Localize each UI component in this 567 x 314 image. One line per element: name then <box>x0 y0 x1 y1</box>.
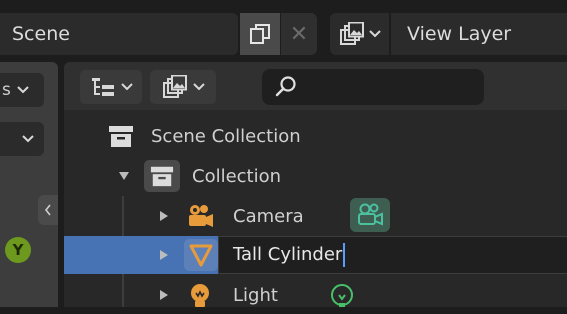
viewport-mode-dropdown[interactable]: s <box>0 73 44 107</box>
expand-down-icon[interactable] <box>119 172 129 180</box>
view-layer-name-text: View Layer <box>407 23 512 45</box>
close-icon: ✕ <box>289 21 309 47</box>
viewport-mode-label: s <box>2 80 11 100</box>
chevron-left-icon <box>44 204 51 216</box>
duplicate-icon <box>250 24 270 44</box>
text-cursor <box>343 243 346 267</box>
render-layers-icon <box>162 75 187 98</box>
row-label-camera: Camera <box>233 205 304 227</box>
gizmo-axis-label: Y <box>12 241 24 259</box>
chevron-down-icon <box>22 135 34 143</box>
row-label-light: Light <box>233 284 278 306</box>
collection-icon <box>150 166 174 187</box>
light-object-icon <box>191 284 209 307</box>
outliner-search-input[interactable] <box>262 69 484 105</box>
viewport-options-dropdown[interactable] <box>0 122 44 156</box>
cone-mesh-icon <box>189 244 213 267</box>
scene-collection-icon <box>109 126 133 147</box>
view-layer-name-field[interactable]: View Layer <box>391 13 567 55</box>
unlink-scene-button[interactable]: ✕ <box>281 13 317 55</box>
chevron-down-icon <box>120 83 133 91</box>
light-data-icon[interactable] <box>329 283 355 309</box>
outliner-row-scene-collection[interactable]: Scene Collection <box>64 117 567 155</box>
camera-data-button[interactable] <box>350 198 390 232</box>
expand-right-icon[interactable] <box>160 250 168 260</box>
outliner-row-collection[interactable]: Collection <box>64 157 567 195</box>
rename-text-field[interactable]: Tall Cylinder <box>218 236 567 274</box>
render-layers-icon <box>339 22 364 45</box>
scene-name-text: Scene <box>12 23 70 45</box>
search-icon <box>275 76 296 97</box>
rename-field-text: Tall Cylinder <box>233 244 343 265</box>
row-label-scene-collection: Scene Collection <box>151 125 301 147</box>
camera-data-icon <box>358 203 383 226</box>
outliner-filter-dropdown[interactable] <box>150 70 216 104</box>
chevron-down-icon <box>368 30 381 38</box>
new-scene-button[interactable] <box>240 13 280 55</box>
row-label-collection: Collection <box>192 165 282 187</box>
chevron-down-icon <box>192 83 205 91</box>
expand-right-icon[interactable] <box>160 211 168 221</box>
sidebar-toggle-tab[interactable] <box>38 195 58 225</box>
display-mode-dropdown[interactable] <box>80 70 142 104</box>
outliner-tree-icon <box>91 78 114 96</box>
expand-right-icon[interactable] <box>160 290 168 300</box>
scene-name-field[interactable]: Scene <box>0 13 238 55</box>
view-layer-browse-button[interactable] <box>330 13 390 55</box>
outliner-row-camera[interactable]: Camera <box>64 197 567 235</box>
camera-object-icon <box>189 205 213 227</box>
chevron-down-icon <box>17 86 29 94</box>
navigation-gizmo-y-axis[interactable]: Y <box>5 237 31 263</box>
outliner-row-light[interactable]: Light <box>64 276 567 314</box>
